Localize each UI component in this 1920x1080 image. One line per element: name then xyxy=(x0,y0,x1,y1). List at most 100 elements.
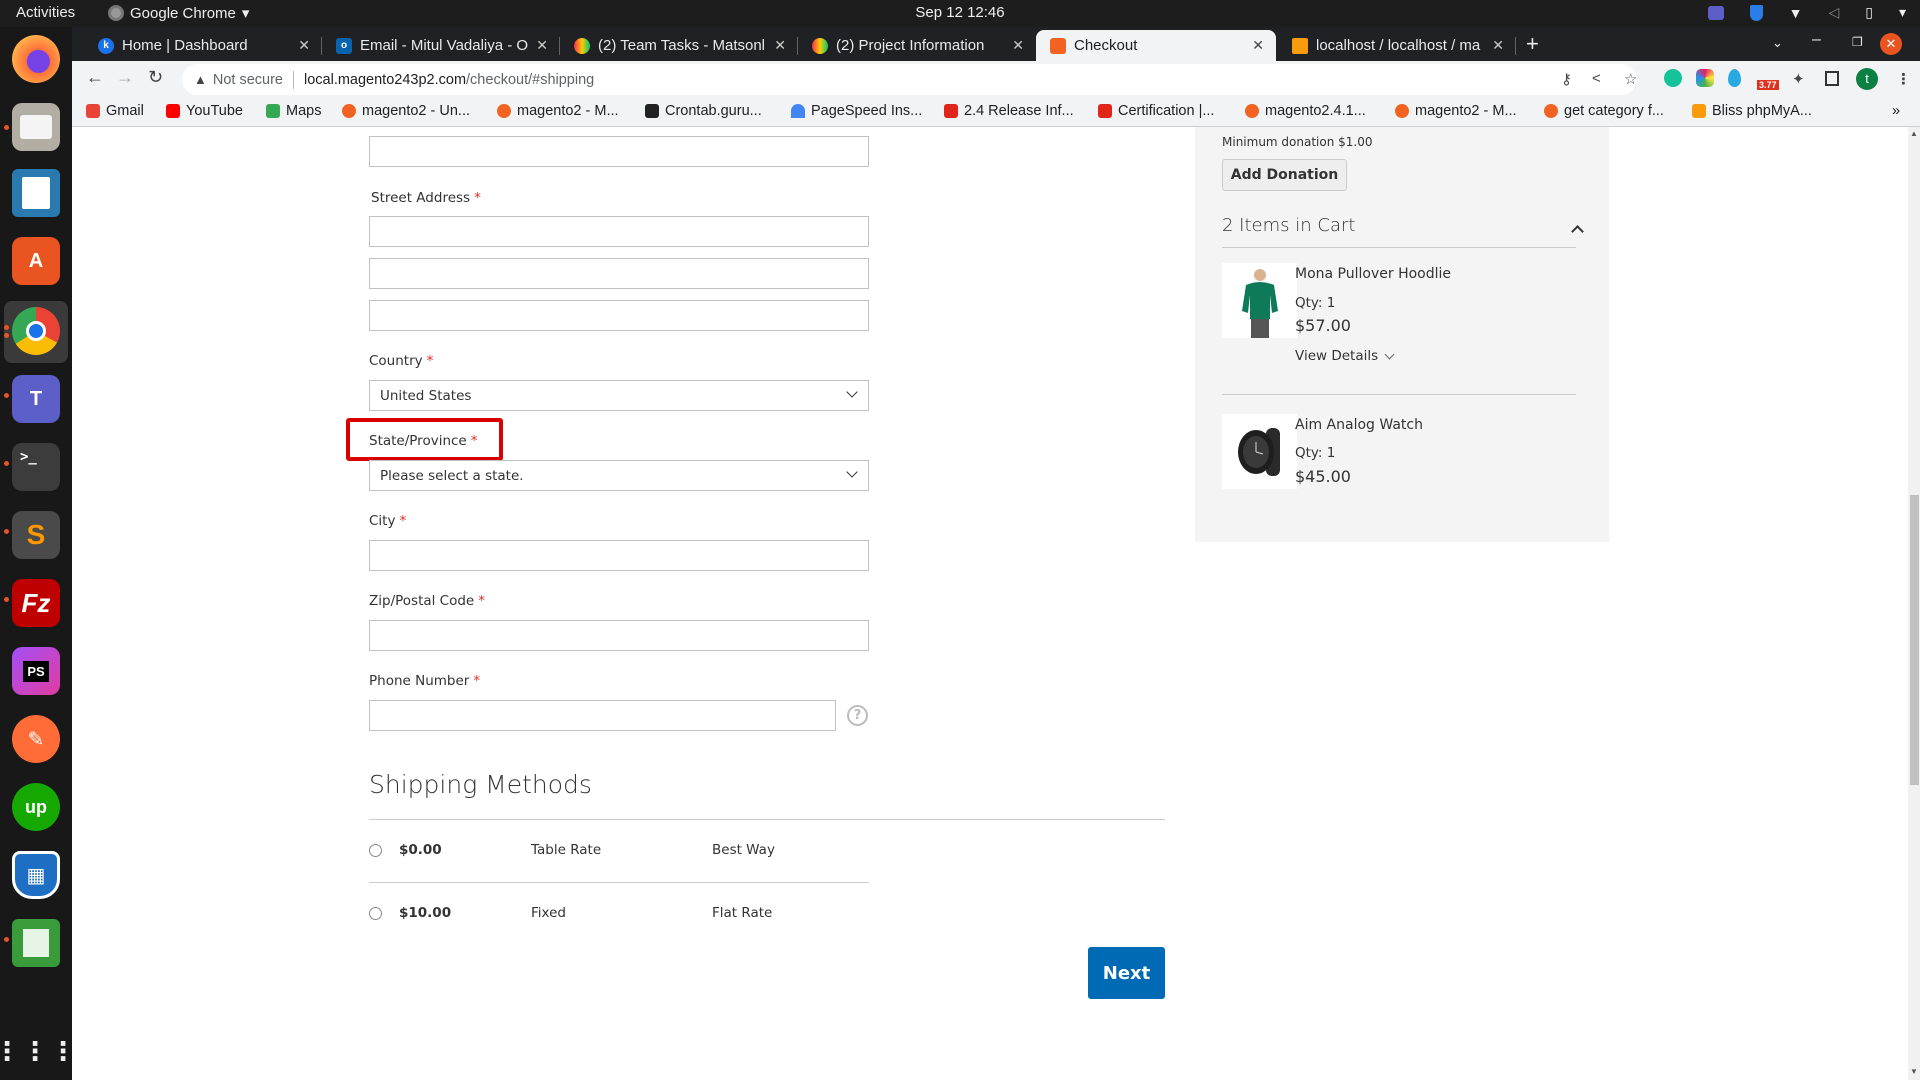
state-province-select[interactable]: Please select a state. xyxy=(369,460,869,491)
shipping-radio-flat-rate[interactable] xyxy=(369,907,382,920)
tab-home-dashboard[interactable]: k Home | Dashboard ✕ xyxy=(84,30,322,61)
bookmark-maps[interactable]: Maps xyxy=(266,103,321,119)
bookmark-magento2-m2[interactable]: magento2 - M... xyxy=(1395,103,1517,119)
product-image-watch[interactable] xyxy=(1222,414,1297,489)
share-icon[interactable]: < xyxy=(1592,70,1601,87)
street-address-line-3[interactable] xyxy=(369,300,869,331)
street-address-line-1[interactable] xyxy=(369,216,869,247)
close-window-button[interactable]: ✕ xyxy=(1880,33,1902,55)
bookmark-pagespeed[interactable]: PageSpeed Ins... xyxy=(791,103,922,119)
bookmark-gmail[interactable]: Gmail xyxy=(86,103,144,119)
ubuntu-software-icon[interactable]: A xyxy=(12,237,60,285)
minimize-button[interactable]: – xyxy=(1812,31,1821,49)
profile-avatar[interactable]: t xyxy=(1856,68,1878,90)
bookmark-release-info[interactable]: 2.4 Release Inf... xyxy=(944,103,1074,119)
firefox-icon[interactable] xyxy=(12,35,60,83)
app-menu[interactable]: Google Chrome ▾ xyxy=(108,4,249,22)
vpn-tray-icon[interactable] xyxy=(1749,4,1763,21)
tab-close-icon[interactable]: ✕ xyxy=(1012,37,1024,54)
reload-button[interactable]: ↻ xyxy=(148,67,163,88)
bookmark-star-icon[interactable]: ☆ xyxy=(1624,70,1637,88)
tab-close-icon[interactable]: ✕ xyxy=(536,37,548,54)
teams-tray-icon[interactable] xyxy=(1707,5,1724,20)
caret-down-icon: ▾ xyxy=(241,5,250,22)
shipping-radio-table-rate[interactable] xyxy=(369,844,382,857)
activities-button[interactable]: Activities xyxy=(16,4,75,21)
chevron-up-icon[interactable] xyxy=(1571,225,1584,238)
bookmark-magento2-un[interactable]: magento2 - Un... xyxy=(342,103,470,119)
previous-field-input[interactable] xyxy=(369,136,869,167)
tab-close-icon[interactable]: ✕ xyxy=(1492,37,1504,54)
tab-email[interactable]: o Email - Mitul Vadaliya - Ou ✕ xyxy=(322,30,560,61)
street-address-line-2[interactable] xyxy=(369,258,869,289)
shipping-carrier: Flat Rate xyxy=(712,905,773,921)
tab-checkout[interactable]: Checkout ✕ xyxy=(1036,30,1276,61)
tab-search-icon[interactable]: ⌄ xyxy=(1772,35,1783,51)
tab-close-icon[interactable]: ✕ xyxy=(774,37,786,54)
tab-close-icon[interactable]: ✕ xyxy=(298,37,310,54)
colorpick-extension-icon[interactable] xyxy=(1728,69,1741,87)
view-details-toggle[interactable]: View Details xyxy=(1295,348,1395,364)
security-label[interactable]: Not secure xyxy=(213,72,283,88)
show-applications-icon[interactable]: ⋮⋮⋮ xyxy=(0,1027,76,1075)
phpstorm-icon[interactable]: PS xyxy=(12,647,60,695)
page-scrollbar[interactable]: ▲ ▼ xyxy=(1908,127,1920,1080)
postman-icon[interactable]: ✎ xyxy=(12,715,60,763)
back-button[interactable]: ← xyxy=(86,67,104,88)
bookmark-youtube[interactable]: YouTube xyxy=(166,103,243,119)
terminal-icon[interactable]: >_ xyxy=(12,443,60,491)
libreoffice-writer-icon[interactable] xyxy=(12,169,60,217)
forticlient-icon[interactable]: ▦ xyxy=(12,851,60,899)
address-bar[interactable]: ▲ Not secure local.magento243p2.com /che… xyxy=(182,64,1637,95)
next-button[interactable]: Next xyxy=(1088,947,1165,999)
scroll-up-arrow-icon[interactable]: ▲ xyxy=(1910,129,1918,138)
warning-icon[interactable]: ▲ xyxy=(194,72,207,87)
extensions-puzzle-icon[interactable]: ✦ xyxy=(1792,70,1805,88)
chrome-menu-icon[interactable]: ⋮ xyxy=(1896,70,1911,88)
divider xyxy=(1222,394,1576,395)
scroll-down-arrow-icon[interactable]: ▼ xyxy=(1910,1067,1918,1076)
filezilla-icon[interactable]: Fz xyxy=(12,579,60,627)
tab-team-tasks[interactable]: (2) Team Tasks - Matsonlin ✕ xyxy=(560,30,798,61)
new-tab-button[interactable]: + xyxy=(1526,31,1539,57)
product-image-hoodie[interactable] xyxy=(1222,263,1297,338)
forward-button[interactable]: → xyxy=(116,67,134,88)
state-province-label: State/Province * xyxy=(369,433,478,449)
upwork-icon[interactable]: up xyxy=(12,783,60,831)
teams-icon[interactable]: T xyxy=(12,375,60,423)
bookmark-crontab[interactable]: Crontab.guru... xyxy=(645,103,762,119)
phone-input[interactable] xyxy=(369,700,836,731)
screen-capture-extension-icon[interactable] xyxy=(1696,69,1714,87)
bookmark-magento241[interactable]: magento2.4.1... xyxy=(1245,103,1366,119)
product-price: $57.00 xyxy=(1295,316,1351,335)
bookmarks-overflow[interactable]: » xyxy=(1892,103,1900,119)
clock[interactable]: Sep 12 12:46 xyxy=(0,4,1920,21)
add-donation-button[interactable]: Add Donation xyxy=(1222,159,1347,191)
bookmark-magento2-m[interactable]: magento2 - M... xyxy=(497,103,619,119)
wifi-icon: ▼ xyxy=(1788,4,1803,21)
help-question-icon[interactable]: ? xyxy=(847,705,868,726)
tab-favicon-icon xyxy=(812,37,828,54)
tab-project-information[interactable]: (2) Project Information ✕ xyxy=(798,30,1036,61)
bookmark-get-category[interactable]: get category f... xyxy=(1544,103,1664,119)
extension-badge[interactable]: 3.77 xyxy=(1757,80,1779,90)
sublime-text-icon[interactable]: S xyxy=(12,511,60,559)
bookmark-phpmyadmin[interactable]: Bliss phpMyA... xyxy=(1692,103,1812,119)
scrollbar-thumb[interactable] xyxy=(1910,495,1919,785)
city-input[interactable] xyxy=(369,540,869,571)
libreoffice-calc-icon[interactable] xyxy=(12,919,60,967)
restore-button[interactable]: ❐ xyxy=(1852,35,1863,49)
tab-close-icon[interactable]: ✕ xyxy=(1252,37,1264,54)
bookmark-certification[interactable]: Certification |... xyxy=(1098,103,1214,119)
chevron-down-icon xyxy=(846,466,858,478)
tab-phpmyadmin[interactable]: localhost / localhost / ma ✕ xyxy=(1278,30,1516,61)
grammarly-extension-icon[interactable] xyxy=(1664,69,1682,87)
side-panel-icon[interactable] xyxy=(1825,71,1839,86)
items-in-cart-title[interactable]: 2 Items in Cart xyxy=(1222,215,1355,236)
system-tray[interactable]: ▼ ◁ ▯ ▾ xyxy=(1707,4,1906,21)
password-key-icon[interactable]: ⚷ xyxy=(1561,70,1572,88)
files-icon[interactable] xyxy=(12,103,60,151)
chrome-dock-icon[interactable] xyxy=(12,307,60,355)
zip-input[interactable] xyxy=(369,620,869,651)
country-select[interactable]: United States xyxy=(369,380,869,411)
